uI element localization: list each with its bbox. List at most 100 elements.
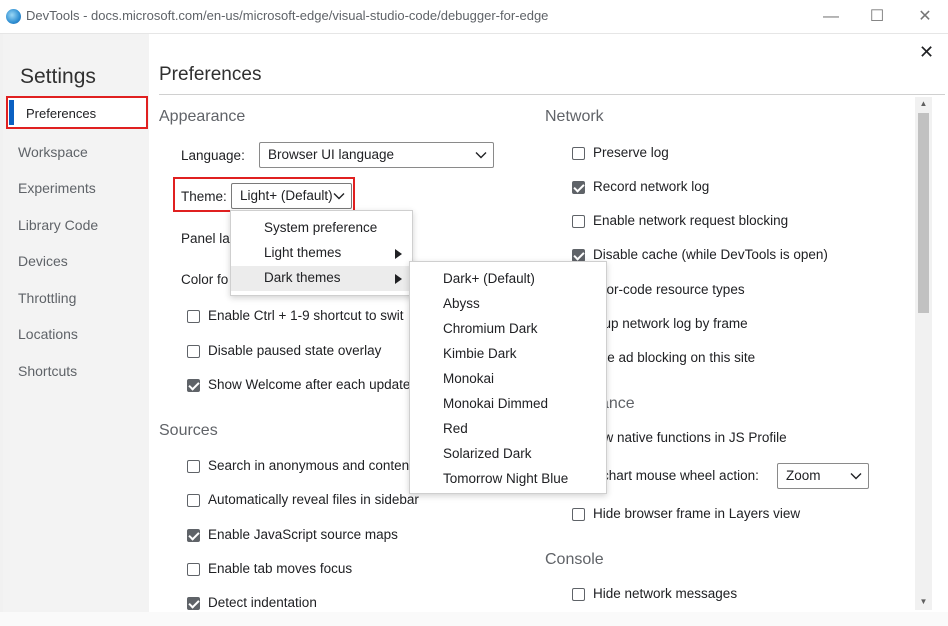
- dark-theme-solarized-dark[interactable]: Solarized Dark: [410, 442, 606, 467]
- dark-theme-tomorrow-night-blue[interactable]: Tomorrow Night Blue: [410, 467, 606, 492]
- menu-item-label: Kimbie Dark: [443, 346, 517, 361]
- settings-sidebar: Settings Preferences Workspace Experimen…: [3, 34, 149, 626]
- minimize-button[interactable]: —: [818, 4, 844, 30]
- chevron-down-icon: [475, 152, 487, 159]
- dark-theme-dark-plus[interactable]: Dark+ (Default): [410, 267, 606, 292]
- checkbox-checked[interactable]: [187, 529, 200, 542]
- checkbox[interactable]: [187, 310, 200, 323]
- sidebar-item-workspace[interactable]: Workspace: [18, 144, 88, 160]
- checkbox-checked[interactable]: [187, 597, 200, 610]
- menu-item-label: Dark+ (Default): [443, 271, 535, 286]
- sidebar-item-library-code[interactable]: Library Code: [18, 217, 98, 233]
- checkbox[interactable]: [187, 345, 200, 358]
- checkbox[interactable]: [187, 494, 200, 507]
- checkbox-label: Record network log: [593, 179, 710, 194]
- checkbox-label: Preserve log: [593, 145, 669, 160]
- scroll-up-icon[interactable]: ▲: [918, 99, 929, 109]
- language-select-value: Browser UI language: [268, 147, 395, 162]
- menu-item-dark-themes[interactable]: Dark themes: [231, 266, 412, 291]
- dark-themes-submenu: Dark+ (Default) Abyss Chromium Dark Kimb…: [409, 261, 607, 494]
- menu-item-label: Tomorrow Night Blue: [443, 471, 569, 486]
- appearance-section-title: Appearance: [159, 108, 246, 125]
- settings-title: Settings: [20, 65, 96, 88]
- network-section-title: Network: [545, 108, 604, 125]
- color-format-label: Color fo: [181, 272, 229, 287]
- checkbox-label: Hide browser frame in Layers view: [593, 506, 801, 521]
- checkbox-label: Enable network request blocking: [593, 213, 789, 228]
- sidebar-item-devices[interactable]: Devices: [18, 253, 68, 269]
- menu-item-label: Chromium Dark: [443, 321, 538, 336]
- menu-item-label: Light themes: [264, 245, 342, 260]
- close-window-button[interactable]: ✕: [912, 4, 938, 30]
- checkbox[interactable]: [572, 147, 585, 160]
- scrollbar[interactable]: ▲ ▼: [915, 97, 932, 610]
- checkbox-label: Show Welcome after each update: [208, 377, 411, 392]
- checkbox[interactable]: [187, 563, 200, 576]
- scroll-down-icon[interactable]: ▼: [918, 597, 929, 607]
- native-functions-label: ow native functions in JS Profile: [596, 430, 787, 445]
- checkbox-label: Enable Ctrl + 1-9 shortcut to swit: [208, 308, 404, 323]
- close-settings-button[interactable]: ✕: [919, 42, 934, 63]
- chevron-down-icon: [333, 193, 345, 200]
- wheel-action-value: Zoom: [786, 468, 821, 483]
- sidebar-item-locations[interactable]: Locations: [18, 326, 78, 342]
- checkbox-label: Detect indentation: [208, 595, 317, 610]
- checkbox-label: Disable paused state overlay: [208, 343, 382, 358]
- checkbox[interactable]: [572, 508, 585, 521]
- wheel-action-select[interactable]: Zoom: [777, 463, 869, 489]
- console-section-title: Console: [545, 551, 604, 568]
- dark-theme-red[interactable]: Red: [410, 417, 606, 442]
- menu-item-label: Monokai Dimmed: [443, 396, 549, 411]
- language-label: Language:: [181, 148, 245, 163]
- theme-select-value: Light+ (Default): [240, 188, 333, 203]
- theme-menu: System preference Light themes Dark them…: [230, 210, 413, 296]
- menu-item-label: Monokai: [443, 371, 495, 386]
- checkbox-label: Enable JavaScript source maps: [208, 527, 398, 542]
- dark-theme-monokai[interactable]: Monokai: [410, 367, 606, 392]
- submenu-arrow-icon: [395, 249, 402, 259]
- checkbox-checked[interactable]: [187, 379, 200, 392]
- selected-indicator: [9, 100, 14, 125]
- checkbox[interactable]: [572, 588, 585, 601]
- sidebar-item-label: Preferences: [26, 106, 97, 121]
- menu-item-system-preference[interactable]: System preference: [231, 216, 412, 241]
- sidebar-item-shortcuts[interactable]: Shortcuts: [18, 363, 77, 379]
- sidebar-item-experiments[interactable]: Experiments: [18, 180, 96, 196]
- checkbox-label: Enable tab moves focus: [208, 561, 353, 576]
- window-bottom-edge: [0, 612, 948, 626]
- page-title: Preferences: [159, 64, 262, 85]
- theme-select[interactable]: Light+ (Default): [231, 183, 352, 209]
- sidebar-item-throttling[interactable]: Throttling: [18, 290, 76, 306]
- checkbox-label: Automatically reveal files in sidebar: [208, 492, 419, 507]
- maximize-button[interactable]: ☐: [864, 4, 890, 30]
- dark-theme-chromium-dark[interactable]: Chromium Dark: [410, 317, 606, 342]
- checkbox-label: Search in anonymous and conten: [208, 458, 410, 473]
- checkbox[interactable]: [187, 460, 200, 473]
- scrollbar-thumb[interactable]: [918, 113, 929, 313]
- dark-theme-kimbie-dark[interactable]: Kimbie Dark: [410, 342, 606, 367]
- checkbox-label: Hide network messages: [593, 586, 738, 601]
- menu-item-label: Red: [443, 421, 468, 436]
- menu-item-label: Solarized Dark: [443, 446, 532, 461]
- menu-item-label: Dark themes: [264, 270, 341, 285]
- checkbox-checked[interactable]: [572, 181, 585, 194]
- menu-item-label: Abyss: [443, 296, 480, 311]
- edge-icon: [6, 9, 21, 24]
- language-select[interactable]: Browser UI language: [259, 142, 494, 168]
- chevron-down-icon: [850, 473, 862, 480]
- title-divider: [159, 94, 945, 95]
- menu-item-label: System preference: [264, 220, 378, 235]
- force-ad-blocking-label: rce ad blocking on this site: [596, 350, 756, 365]
- window-title-bar: DevTools - docs.microsoft.com/en-us/micr…: [0, 0, 948, 34]
- dark-theme-monokai-dimmed[interactable]: Monokai Dimmed: [410, 392, 606, 417]
- checkbox-label: Disable cache (while DevTools is open): [593, 247, 828, 262]
- menu-item-light-themes[interactable]: Light themes: [231, 241, 412, 266]
- checkbox[interactable]: [572, 215, 585, 228]
- color-code-resources-label: olor-code resource types: [596, 282, 745, 297]
- panel-layout-label: Panel lay: [181, 231, 237, 246]
- window-title: DevTools - docs.microsoft.com/en-us/micr…: [26, 8, 549, 23]
- sidebar-item-preferences[interactable]: Preferences: [6, 96, 148, 129]
- dark-theme-abyss[interactable]: Abyss: [410, 292, 606, 317]
- submenu-arrow-icon: [395, 274, 402, 284]
- sources-section-title: Sources: [159, 422, 218, 439]
